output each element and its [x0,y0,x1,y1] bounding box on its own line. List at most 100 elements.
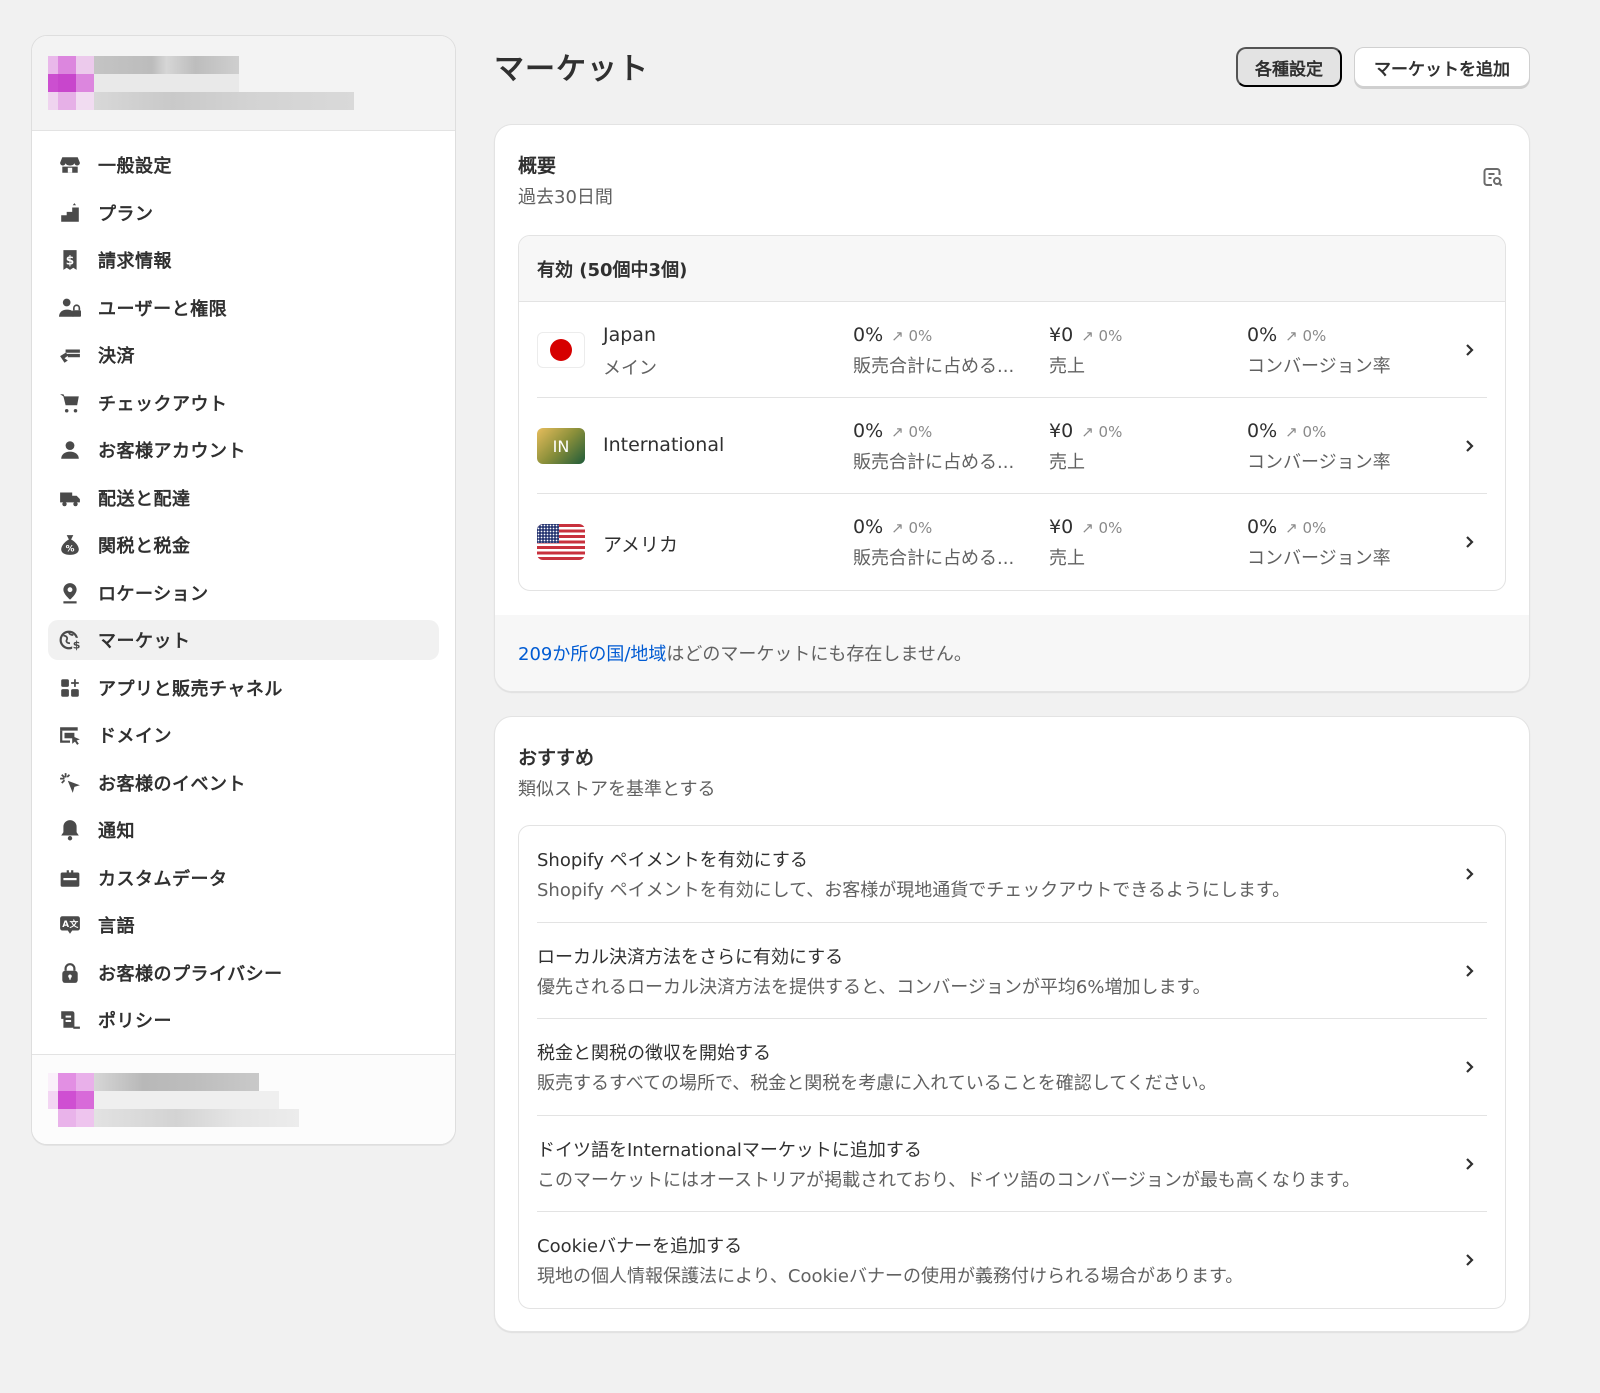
metric-delta: ↗ 0% [1285,519,1327,537]
cart-icon [58,391,82,415]
recommendation-item[interactable]: ローカル決済方法をさらに有効にする 優先されるローカル決済方法を提供すると、コン… [537,923,1487,1019]
language-icon: A文 [58,913,82,937]
uncovered-regions-note: 209か所の国/地域 はどのマーケットにも存在しません。 [495,615,1529,691]
market-row-japan[interactable]: Japan メイン 0% ↗ 0% 販売合計に占める... ¥0 ↗ 0% 売上 0… [537,302,1487,398]
account-menu[interactable] [32,1054,455,1144]
page-title: マーケット [494,52,649,87]
active-markets-list: 有効 (50個中3個) Japan メイン 0% ↗ 0% 販売合計に占める...… [518,235,1506,591]
svg-text:A: A [62,920,69,930]
metric-label: コンバージョン率 [1247,452,1391,473]
sidebar-item-label: お客様のイベント [98,773,246,795]
settings-sidebar: 一般設定 プラン $ 請求情報 ユーザーと権限 決済 チェックアウト お客様アカ… [31,35,456,1145]
sidebar-item-customer-accounts[interactable]: お客様アカウント [48,430,439,470]
metric-value: 0% [1247,516,1278,538]
recommendation-item[interactable]: 税金と関税の徴収を開始する 販売するすべての場所で、税金と関税を考慮に入れている… [537,1019,1487,1116]
us-flag-icon [537,524,585,560]
japan-flag-icon [537,332,585,368]
uncovered-regions-text: はどのマーケットにも存在しません。 [666,644,972,665]
market-badge: メイン [603,358,657,379]
sidebar-item-billing[interactable]: $ 請求情報 [48,240,439,280]
apps-icon [58,676,82,700]
market-name: アメリカ [603,534,679,556]
sidebar-item-languages[interactable]: A文 言語 [48,905,439,945]
metric-delta: ↗ 0% [1285,423,1327,441]
recommendations-subtitle: 類似ストアを基準とする [518,779,716,800]
users-icon [58,296,82,320]
sidebar-item-locations[interactable]: ロケーション [48,573,439,613]
recommendation-title: 税金と関税の徴収を開始する [537,1043,771,1064]
sidebar-item-customer-privacy[interactable]: お客様のプライバシー [48,953,439,993]
sidebar-item-notifications[interactable]: 通知 [48,810,439,850]
sidebar-item-customer-events[interactable]: お客様のイベント [48,763,439,803]
sidebar-item-taxes[interactable]: % 関税と税金 [48,525,439,565]
sidebar-item-domains[interactable]: ドメイン [48,715,439,755]
plan-icon [58,201,82,225]
svg-text:文: 文 [69,918,78,930]
sidebar-item-payments[interactable]: 決済 [48,335,439,375]
metric-delta: ↗ 0% [1285,327,1327,345]
tax-bag-icon: % [58,533,82,557]
chevron-right-icon [1463,961,1477,981]
metric-delta: ↗ 0% [1081,327,1123,345]
lock-icon [58,961,82,985]
recommendation-title: Shopify ペイメントを有効にする [537,850,808,871]
sidebar-item-general[interactable]: 一般設定 [48,145,439,185]
report-search-icon[interactable] [1481,165,1505,189]
market-name: Japan [603,324,656,346]
uncovered-regions-link[interactable]: 209か所の国/地域 [518,640,666,666]
sidebar-item-label: アプリと販売チャネル [98,678,283,700]
metric-label: 売上 [1049,452,1085,473]
recommendation-title: Cookieバナーを追加する [537,1236,743,1257]
sidebar-item-checkout[interactable]: チェックアウト [48,383,439,423]
sidebar-item-label: ポリシー [98,1011,172,1032]
overview-card: 概要 過去30日間 有効 (50個中3個) Japan メイン 0% ↗ 0% 販… [494,124,1530,692]
recommendations-title: おすすめ [518,747,595,769]
chevron-right-icon [1463,532,1477,552]
truck-icon [58,486,82,510]
receipt-icon: $ [58,248,82,272]
sales-metric: ¥0 ↗ 0% 売上 [1049,516,1122,570]
sidebar-item-shipping[interactable]: 配送と配達 [48,478,439,518]
recommendations-list: Shopify ペイメントを有効にする Shopify ペイメントを有効にして、… [518,825,1506,1309]
store-switcher[interactable] [32,36,455,131]
sales-share-metric: 0% ↗ 0% 販売合計に占める... [853,420,1014,474]
sidebar-item-plan[interactable]: プラン [48,193,439,233]
overview-title: 概要 [518,155,557,177]
sidebar-item-label: お客様のプライバシー [98,963,283,985]
sidebar-item-label: 請求情報 [98,251,172,272]
recommendation-description: 販売するすべての場所で、税金と関税を考慮に入れていることを確認してください。 [537,1073,1217,1094]
policy-icon [58,1008,82,1032]
recommendation-item[interactable]: ドイツ語をInternationalマーケットに追加する このマーケットにはオー… [537,1116,1487,1212]
sidebar-item-label: マーケット [98,631,191,652]
sidebar-item-label: お客様アカウント [98,441,246,462]
sidebar-item-custom-data[interactable]: カスタムデータ [48,858,439,898]
recommendation-description: Shopify ペイメントを有効にして、お客様が現地通貨でチェックアウトできるよ… [537,880,1291,901]
metric-value: ¥0 [1049,324,1074,346]
recommendation-item[interactable]: Shopify ペイメントを有効にする Shopify ペイメントを有効にして、… [537,826,1487,923]
globe-dollar-icon: $ [58,628,82,652]
metric-label: 販売合計に占める... [853,548,1015,569]
active-markets-header: 有効 (50個中3個) [519,236,1505,302]
market-row-international[interactable]: IN International 0% ↗ 0% 販売合計に占める... ¥0 ↗ … [537,398,1487,494]
metric-value: 0% [853,516,884,538]
metric-label: 販売合計に占める... [853,452,1015,473]
metric-delta: ↗ 0% [891,423,933,441]
add-market-button[interactable]: マーケットを追加 [1354,47,1530,87]
sales-share-metric: 0% ↗ 0% 販売合計に占める... [853,324,1014,378]
settings-button[interactable]: 各種設定 [1236,47,1342,87]
sidebar-item-markets[interactable]: $ マーケット [48,620,439,660]
metric-delta: ↗ 0% [1081,423,1123,441]
sidebar-item-label: プラン [98,203,154,225]
sidebar-item-users[interactable]: ユーザーと権限 [48,288,439,328]
market-row-usa[interactable]: アメリカ 0% ↗ 0% 販売合計に占める... ¥0 ↗ 0% 売上 0% ↗ 0%… [537,494,1487,590]
sidebar-item-label: 決済 [98,346,135,367]
metric-delta: ↗ 0% [891,327,933,345]
sidebar-item-apps[interactable]: アプリと販売チャネル [48,668,439,708]
sidebar-item-label: 通知 [98,821,135,842]
sidebar-item-label: 言語 [98,916,135,937]
sidebar-item-policies[interactable]: ポリシー [48,1000,439,1040]
chevron-right-icon [1463,340,1477,360]
recommendation-item[interactable]: Cookieバナーを追加する 現地の個人情報保護法により、Cookieバナーの使… [537,1212,1487,1308]
metric-label: 売上 [1049,548,1085,569]
metric-value: 0% [1247,420,1278,442]
